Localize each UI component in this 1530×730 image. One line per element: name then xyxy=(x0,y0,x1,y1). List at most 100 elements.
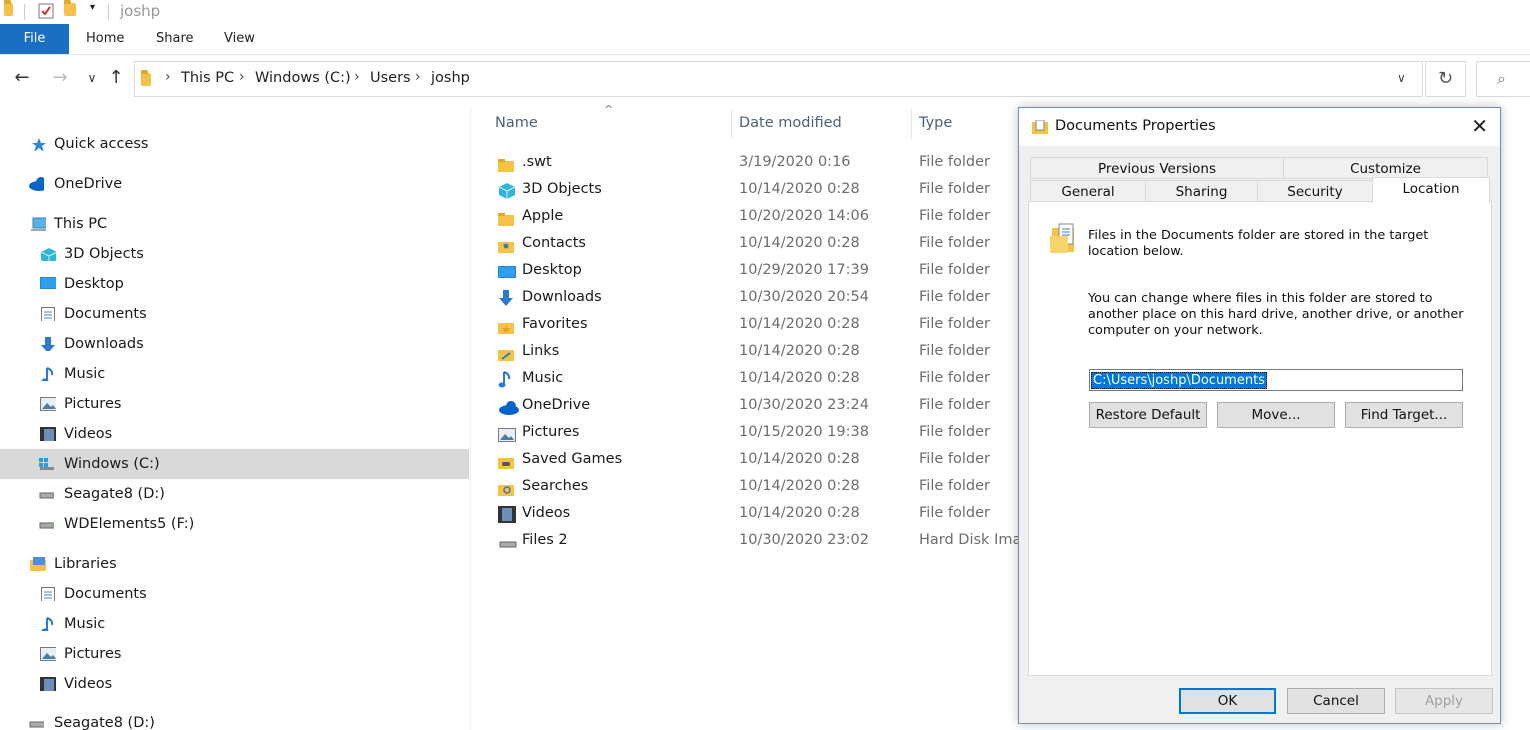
sidebar-item-pictures[interactable]: Pictures xyxy=(0,389,469,419)
sidebar-item-videos[interactable]: Videos xyxy=(0,419,469,449)
file-date: 10/20/2020 14:06 xyxy=(739,208,869,224)
file-date: 10/29/2020 17:39 xyxy=(739,262,869,278)
chevron-right-icon[interactable]: › xyxy=(239,69,245,85)
file-type: File folder xyxy=(919,289,990,305)
target-path-input[interactable]: C:\Users\joshp\Documents xyxy=(1089,369,1463,391)
divider xyxy=(24,4,25,20)
tab-general[interactable]: General xyxy=(1030,180,1146,202)
file-name: Saved Games xyxy=(522,451,623,467)
saved-games-icon xyxy=(498,452,514,469)
sidebar-item-lib-pictures[interactable]: Pictures xyxy=(0,639,469,669)
tab-location[interactable]: Location xyxy=(1372,177,1490,203)
properties-icon[interactable] xyxy=(38,3,54,19)
sidebar-item-lib-documents[interactable]: Documents xyxy=(0,579,469,609)
up-button[interactable]: ↑ xyxy=(104,66,128,90)
file-type: File folder xyxy=(919,478,990,494)
column-header-name[interactable]: Name xyxy=(495,115,538,131)
file-row[interactable]: Downloads 10/30/2020 20:54 File folder xyxy=(490,284,1030,311)
move-button[interactable]: Move... xyxy=(1217,402,1335,428)
sidebar-item-music[interactable]: Music xyxy=(0,359,469,389)
file-row[interactable]: Saved Games 10/14/2020 0:28 File folder xyxy=(490,446,1030,473)
sidebar-item-onedrive[interactable]: OneDrive xyxy=(0,169,469,199)
file-date: 10/14/2020 0:28 xyxy=(739,181,860,197)
sidebar-item-label: Quick access xyxy=(54,136,149,152)
breadcrumb-this-pc[interactable]: This PC xyxy=(181,70,234,86)
document-icon xyxy=(41,587,55,601)
tab-sharing[interactable]: Sharing xyxy=(1145,180,1258,202)
chevron-right-icon[interactable]: › xyxy=(415,69,421,85)
sidebar-item-downloads[interactable]: Downloads xyxy=(0,329,469,359)
sidebar-item-seagate8-d[interactable]: Seagate8 (D:) xyxy=(0,479,469,509)
sidebar-item-lib-videos[interactable]: Videos xyxy=(0,669,469,699)
drive-icon xyxy=(39,522,54,529)
address-bar[interactable]: › This PC › Windows (C:) › Users › joshp… xyxy=(134,61,1423,97)
column-divider[interactable] xyxy=(731,109,732,139)
tab-customize[interactable]: Customize xyxy=(1283,157,1488,179)
file-row[interactable]: Desktop 10/29/2020 17:39 File folder xyxy=(490,257,1030,284)
column-header-date[interactable]: Date modified xyxy=(739,115,842,131)
file-row[interactable]: Searches 10/14/2020 0:28 File folder xyxy=(490,473,1030,500)
tab-home[interactable]: Home xyxy=(86,24,124,54)
sidebar-item-seagate8-d-2[interactable]: Seagate8 (D:) xyxy=(0,708,469,730)
file-row[interactable]: Favorites 10/14/2020 0:28 File folder xyxy=(490,311,1030,338)
file-name: 3D Objects xyxy=(522,181,602,197)
tab-file[interactable]: File xyxy=(0,24,69,54)
file-row[interactable]: Music 10/14/2020 0:28 File folder xyxy=(490,365,1030,392)
breadcrumb-users[interactable]: Users xyxy=(370,70,411,86)
tab-view[interactable]: View xyxy=(224,24,255,54)
sidebar-item-3d-objects[interactable]: 3D Objects xyxy=(0,239,469,269)
sidebar-item-wdelements5-f[interactable]: WDElements5 (F:) xyxy=(0,509,469,539)
address-dropdown-button[interactable]: ∨ xyxy=(1397,71,1406,85)
file-row[interactable]: Contacts 10/14/2020 0:28 File folder xyxy=(490,230,1030,257)
breadcrumb-windows-c[interactable]: Windows (C:) xyxy=(255,70,351,86)
sidebar-item-documents[interactable]: Documents xyxy=(0,299,469,329)
sidebar-item-windows-c[interactable]: Windows (C:) xyxy=(0,449,469,479)
sidebar-item-quick-access[interactable]: Quick access xyxy=(0,129,469,159)
file-row[interactable]: OneDrive 10/30/2020 23:24 File folder xyxy=(490,392,1030,419)
chevron-right-icon[interactable]: › xyxy=(165,69,171,85)
column-header-type[interactable]: Type xyxy=(919,115,952,131)
ok-button[interactable]: OK xyxy=(1179,688,1276,714)
customize-toolbar-icon[interactable]: ▾ xyxy=(90,2,95,13)
file-type: File folder xyxy=(919,505,990,521)
disk-image-icon xyxy=(498,533,517,548)
file-row[interactable]: Videos 10/14/2020 0:28 File folder xyxy=(490,500,1030,527)
back-button[interactable]: ← xyxy=(10,66,34,90)
desktop-icon xyxy=(498,263,516,278)
file-row[interactable]: Pictures 10/15/2020 19:38 File folder xyxy=(490,419,1030,446)
file-type: File folder xyxy=(919,424,990,440)
close-button[interactable]: ✕ xyxy=(1471,114,1488,138)
apply-button[interactable]: Apply xyxy=(1395,688,1493,714)
sidebar-item-libraries[interactable]: Libraries xyxy=(0,549,469,579)
new-folder-icon[interactable] xyxy=(64,0,78,19)
file-name: Desktop xyxy=(522,262,582,278)
file-date: 10/14/2020 0:28 xyxy=(739,451,860,467)
sidebar-item-desktop[interactable]: Desktop xyxy=(0,269,469,299)
sidebar-item-lib-music[interactable]: Music xyxy=(0,609,469,639)
refresh-button[interactable]: ↻ xyxy=(1425,61,1466,97)
find-target-button[interactable]: Find Target... xyxy=(1345,402,1463,428)
column-divider[interactable] xyxy=(911,109,912,139)
tab-previous-versions[interactable]: Previous Versions xyxy=(1030,157,1284,179)
file-row[interactable]: Files 2 10/30/2020 23:02 Hard Disk Imag xyxy=(490,527,1031,554)
file-row[interactable]: Apple 10/20/2020 14:06 File folder xyxy=(490,203,1030,230)
breadcrumb-joshp[interactable]: joshp xyxy=(431,70,470,86)
cube-icon xyxy=(498,182,516,199)
search-button[interactable]: ⌕ xyxy=(1476,61,1530,97)
navigation-pane: Quick access OneDrive This PC 3D Objects… xyxy=(0,107,471,730)
sidebar-item-this-pc[interactable]: This PC xyxy=(0,209,469,239)
forward-button[interactable]: → xyxy=(48,66,72,90)
tab-share[interactable]: Share xyxy=(156,24,194,54)
location-description: Files in the Documents folder are stored… xyxy=(1088,228,1429,259)
file-row[interactable]: 3D Objects 10/14/2020 0:28 File folder xyxy=(490,176,1030,203)
file-row[interactable]: .swt 3/19/2020 0:16 File folder xyxy=(490,149,1030,176)
music-icon xyxy=(41,367,54,381)
restore-default-button[interactable]: Restore Default xyxy=(1089,402,1207,428)
sidebar-item-label: Pictures xyxy=(64,646,122,662)
tab-security[interactable]: Security xyxy=(1257,180,1373,202)
cancel-button[interactable]: Cancel xyxy=(1287,688,1385,714)
file-row[interactable]: Links 10/14/2020 0:28 File folder xyxy=(490,338,1030,365)
recent-locations-button[interactable]: ∨ xyxy=(80,66,104,90)
chevron-right-icon[interactable]: › xyxy=(354,69,360,85)
dialog-title-bar[interactable]: Documents Properties ✕ xyxy=(1019,108,1500,146)
